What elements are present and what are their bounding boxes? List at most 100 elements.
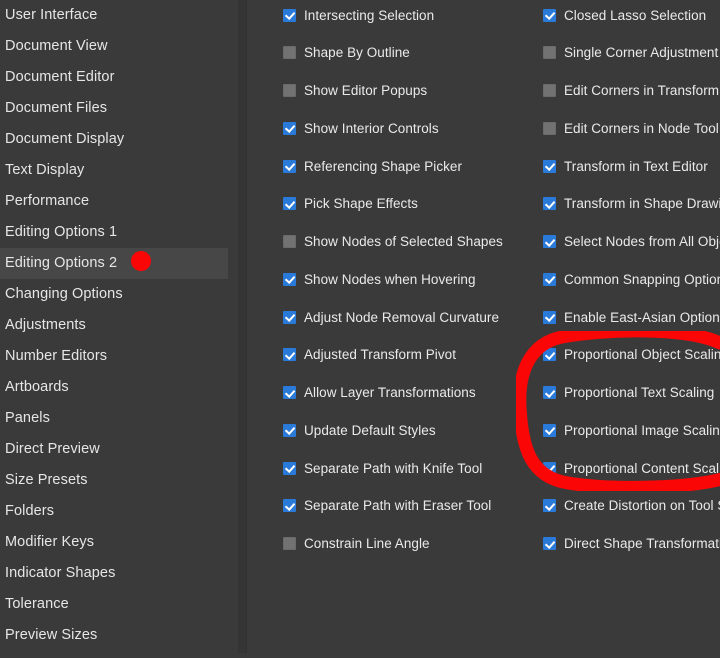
sidebar-item-label: Editing Options 1 (5, 224, 118, 240)
option-row[interactable]: Pick Shape Effects (283, 194, 418, 214)
option-row[interactable]: Intersecting Selection (283, 5, 434, 25)
checkbox-checked-icon[interactable] (543, 310, 556, 324)
sidebar-item-adjustments[interactable]: Adjustments (0, 310, 238, 341)
sidebar-item-label: Direct Preview (5, 441, 100, 457)
sidebar-item-document-view[interactable]: Document View (0, 31, 238, 62)
sidebar-item-folders[interactable]: Folders (0, 496, 238, 527)
option-row[interactable]: Single Corner Adjustment (543, 43, 718, 63)
checkbox-checked-icon[interactable] (543, 348, 556, 362)
option-row[interactable]: Constrain Line Angle (283, 534, 430, 554)
option-row[interactable]: Common Snapping Options (543, 269, 720, 289)
checkbox-unchecked-icon[interactable] (543, 84, 556, 97)
option-row[interactable]: Referencing Shape Picker (283, 156, 462, 176)
sidebar-item-preview-sizes[interactable]: Preview Sizes (0, 620, 238, 651)
sidebar-item-editing-options-2[interactable]: Editing Options 2 (0, 248, 228, 279)
checkbox-checked-icon[interactable] (543, 386, 556, 399)
option-label: Adjusted Transform Pivot (304, 347, 457, 363)
option-row[interactable]: Proportional Content Scaling (543, 458, 720, 478)
option-row[interactable]: Show Nodes of Selected Shapes (283, 232, 503, 252)
checkbox-checked-icon[interactable] (543, 537, 556, 550)
sidebar-item-size-presets[interactable]: Size Presets (0, 465, 238, 496)
sidebar-item-direct-preview[interactable]: Direct Preview (0, 434, 238, 465)
option-row[interactable]: Shape By Outline (283, 43, 410, 63)
option-label: Constrain Line Angle (304, 536, 430, 551)
checkbox-checked-icon[interactable] (283, 8, 296, 22)
option-label: Edit Corners in Node Tool (564, 120, 719, 136)
option-row[interactable]: Separate Path with Knife Tool (283, 458, 482, 478)
option-label: Separate Path with Eraser Tool (304, 498, 492, 514)
sidebar-item-number-editors[interactable]: Number Editors (0, 341, 238, 372)
option-row[interactable]: Update Default Styles (283, 420, 436, 440)
checkbox-checked-icon[interactable] (543, 461, 556, 475)
option-row[interactable]: Separate Path with Eraser Tool (283, 496, 491, 516)
option-label: Pick Shape Effects (304, 196, 418, 212)
option-row[interactable]: Edit Corners in Transform Tool (543, 81, 720, 101)
checkbox-checked-icon[interactable] (543, 423, 556, 437)
sidebar-item-label: Editing Options 2 (5, 255, 118, 271)
sidebar-item-artboards[interactable]: Artboards (0, 372, 238, 403)
checkbox-unchecked-icon[interactable] (543, 46, 556, 60)
option-row[interactable]: Adjust Node Removal Curvature (283, 307, 499, 327)
option-row[interactable]: Proportional Text Scaling (543, 383, 714, 403)
option-label: Separate Path with Knife Tool (304, 460, 483, 476)
option-row[interactable]: Show Nodes when Hovering (283, 269, 476, 289)
option-label: Update Default Styles (304, 422, 436, 438)
sidebar-item-performance[interactable]: Performance (0, 186, 238, 217)
sidebar-item-document-editor[interactable]: Document Editor (0, 62, 238, 93)
sidebar-item-tolerance[interactable]: Tolerance (0, 589, 238, 620)
checkbox-unchecked-icon[interactable] (283, 84, 296, 97)
sidebar-item-label: Folders (5, 503, 55, 519)
option-row[interactable]: Adjusted Transform Pivot (283, 345, 456, 365)
checkbox-checked-icon[interactable] (543, 235, 556, 248)
checkbox-checked-icon[interactable] (283, 348, 296, 362)
option-row[interactable]: Closed Lasso Selection (543, 5, 706, 25)
checkbox-checked-icon[interactable] (543, 197, 556, 211)
checkbox-checked-icon[interactable] (543, 499, 556, 513)
sidebar-item-editing-options-1[interactable]: Editing Options 1 (0, 217, 238, 248)
sidebar-item-panels[interactable]: Panels (0, 403, 238, 434)
sidebar-item-document-display[interactable]: Document Display (0, 124, 238, 155)
sidebar-item-label: Performance (5, 193, 90, 209)
option-row[interactable]: Show Interior Controls (283, 118, 439, 138)
checkbox-unchecked-icon[interactable] (283, 235, 296, 248)
checkbox-checked-icon[interactable] (543, 8, 556, 22)
sidebar-item-label: Text Display (5, 162, 85, 178)
checkbox-checked-icon[interactable] (283, 461, 296, 475)
checkbox-checked-icon[interactable] (283, 499, 296, 513)
checkbox-unchecked-icon[interactable] (543, 121, 556, 135)
option-row[interactable]: Proportional Image Scaling (543, 420, 720, 440)
option-row[interactable]: Create Distortion on Tool Select (543, 496, 720, 516)
checkbox-unchecked-icon[interactable] (283, 46, 296, 60)
sidebar-item-text-display[interactable]: Text Display (0, 155, 238, 186)
option-row[interactable]: Enable East-Asian Options (543, 307, 720, 327)
checkbox-checked-icon[interactable] (283, 386, 296, 399)
checkbox-checked-icon[interactable] (283, 310, 296, 324)
sidebar-item-label: Document Files (5, 100, 108, 116)
checkbox-checked-icon[interactable] (283, 159, 296, 173)
checkbox-checked-icon[interactable] (543, 272, 556, 286)
checkbox-checked-icon[interactable] (283, 197, 296, 211)
option-row[interactable]: Show Editor Popups (283, 81, 427, 101)
checkbox-checked-icon[interactable] (543, 159, 556, 173)
option-row[interactable]: Proportional Object Scaling (543, 345, 720, 365)
sidebar-scroll-gutter[interactable] (238, 0, 247, 653)
sidebar-item-label: Artboards (5, 379, 69, 395)
checkbox-checked-icon[interactable] (283, 272, 296, 286)
checkbox-checked-icon[interactable] (283, 121, 296, 135)
sidebar-item-user-interface[interactable]: User Interface (0, 0, 238, 31)
option-row[interactable]: Transform in Shape Drawing (543, 194, 720, 214)
option-row[interactable]: Direct Shape Transformation (543, 534, 720, 554)
checkbox-checked-icon[interactable] (283, 423, 296, 437)
editing-options-panel: Intersecting Selection Shape By Outline Sh… (247, 0, 720, 653)
option-row[interactable]: Transform in Text Editor (543, 156, 708, 176)
option-row[interactable]: Allow Layer Transformations (283, 383, 476, 403)
sidebar-item-changing-options[interactable]: Changing Options (0, 279, 238, 310)
option-row[interactable]: Edit Corners in Node Tool (543, 118, 719, 138)
preferences-window: User Interface Document View Document Edit… (0, 0, 720, 653)
sidebar-item-indicator-shapes[interactable]: Indicator Shapes (0, 558, 238, 589)
checkbox-unchecked-icon[interactable] (283, 537, 296, 550)
option-row[interactable]: Select Nodes from All Objects (543, 232, 720, 252)
sidebar-item-document-files[interactable]: Document Files (0, 93, 238, 124)
sidebar-item-modifier-keys[interactable]: Modifier Keys (0, 527, 238, 558)
option-label: Referencing Shape Picker (304, 158, 463, 174)
